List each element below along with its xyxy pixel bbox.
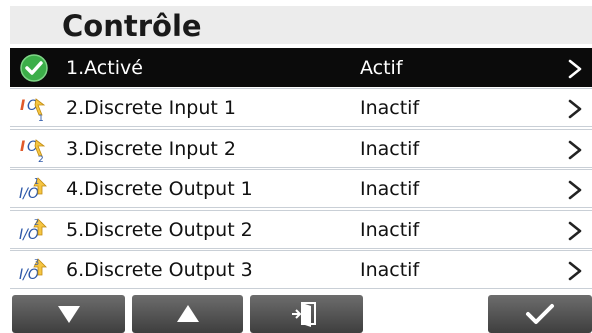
discrete-output-icon: I/O 3 bbox=[19, 258, 47, 283]
svg-text:I/O: I/O bbox=[19, 227, 39, 243]
svg-text:2: 2 bbox=[34, 218, 39, 227]
discrete-input-icon: I O 2 bbox=[20, 139, 46, 164]
list-item-discrete-output-1[interactable]: I/O 1 4.Discrete Output 1 Inactif bbox=[10, 169, 592, 209]
confirm-button[interactable] bbox=[488, 295, 592, 333]
chevron-right-icon bbox=[568, 59, 582, 79]
item-status: Actif bbox=[360, 57, 403, 79]
up-arrow-button[interactable] bbox=[132, 295, 243, 333]
svg-text:1: 1 bbox=[34, 177, 39, 186]
svg-text:3: 3 bbox=[34, 258, 39, 267]
exit-door-icon bbox=[291, 302, 316, 327]
chevron-right-icon bbox=[568, 221, 582, 240]
check-icon bbox=[526, 304, 554, 324]
page-title: Contrôle bbox=[62, 9, 202, 43]
svg-text:I: I bbox=[20, 98, 25, 114]
svg-text:I/O: I/O bbox=[19, 186, 39, 202]
item-status: Inactif bbox=[360, 258, 420, 281]
title-bar: Contrôle bbox=[10, 6, 592, 44]
chevron-right-icon bbox=[568, 180, 582, 200]
discrete-output-icon: I/O 1 bbox=[19, 177, 47, 202]
down-arrow-button[interactable] bbox=[12, 295, 125, 333]
discrete-input-icon: I O 1 bbox=[20, 98, 46, 123]
item-status: Inactif bbox=[360, 137, 420, 160]
svg-text:I: I bbox=[20, 139, 25, 155]
item-status: Inactif bbox=[360, 178, 420, 201]
chevron-right-icon bbox=[568, 261, 582, 281]
svg-text:I/O: I/O bbox=[19, 267, 39, 283]
list-item-discrete-input-2[interactable]: I O 2 3.Discrete Input 2 Inactif bbox=[10, 128, 592, 168]
item-label: 6.Discrete Output 3 bbox=[66, 258, 253, 281]
control-list: 1.Activé Actif I O 1 2.Discrete Input 1 … bbox=[10, 48, 592, 290]
exit-button[interactable] bbox=[250, 295, 363, 333]
control-screen: Contrôle 1.Activé Actif I O 1 2.Discrete… bbox=[0, 0, 592, 333]
list-item-discrete-output-2[interactable]: I/O 2 5.Discrete Output 2 Inactif bbox=[10, 209, 592, 249]
svg-text:2: 2 bbox=[38, 155, 44, 164]
item-status: Inactif bbox=[360, 218, 420, 241]
item-label: 4.Discrete Output 1 bbox=[66, 178, 253, 201]
chevron-right-icon bbox=[568, 100, 582, 119]
item-label: 3.Discrete Input 2 bbox=[66, 137, 236, 160]
discrete-output-icon: I/O 2 bbox=[19, 218, 47, 243]
item-status: Inactif bbox=[360, 97, 420, 120]
footer-toolbar bbox=[10, 293, 592, 333]
item-label: 2.Discrete Input 1 bbox=[66, 97, 236, 120]
chevron-right-icon bbox=[568, 140, 582, 160]
down-arrow-icon bbox=[57, 306, 80, 323]
list-item-activated[interactable]: 1.Activé Actif bbox=[10, 48, 592, 87]
svg-text:1: 1 bbox=[38, 114, 44, 123]
item-label: 1.Activé bbox=[66, 57, 143, 79]
item-label: 5.Discrete Output 2 bbox=[66, 218, 253, 241]
list-item-discrete-input-1[interactable]: I O 1 2.Discrete Input 1 Inactif bbox=[10, 88, 592, 128]
check-circle-icon bbox=[20, 54, 48, 82]
list-item-discrete-output-3[interactable]: I/O 3 6.Discrete Output 3 Inactif bbox=[10, 249, 592, 289]
up-arrow-icon bbox=[176, 305, 199, 322]
